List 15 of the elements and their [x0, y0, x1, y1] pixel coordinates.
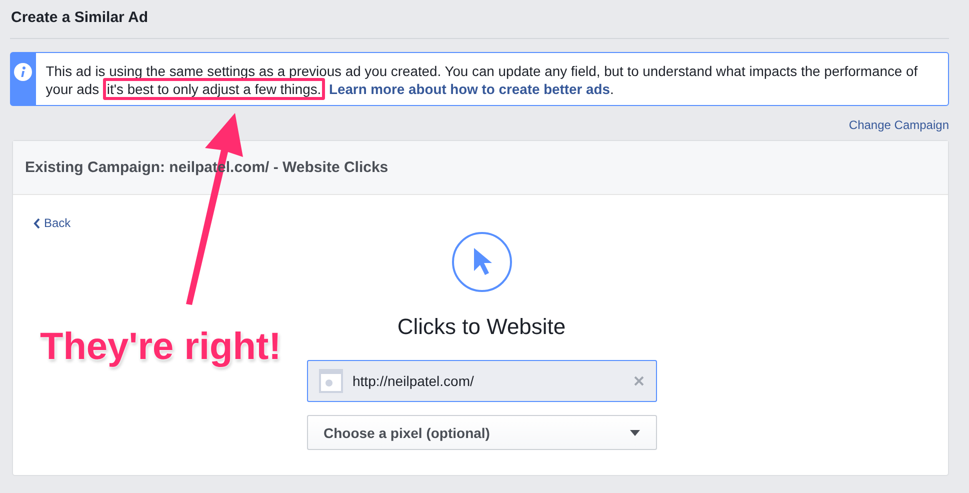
objective-title: Clicks to Website: [397, 314, 566, 340]
learn-more-link[interactable]: Learn more about how to create better ads: [329, 81, 610, 97]
back-link[interactable]: Back: [33, 216, 71, 230]
url-field[interactable]: http://neilpatel.com/: [306, 360, 656, 402]
annotation-caption: They're right!: [40, 326, 282, 369]
change-campaign-link[interactable]: Change Campaign: [848, 118, 949, 132]
pixel-dropdown[interactable]: Choose a pixel (optional): [306, 415, 656, 450]
info-icon: [14, 63, 32, 81]
chevron-left-icon: [33, 218, 40, 228]
image-icon: [318, 369, 342, 393]
notice-text: This ad is using the same settings as a previous ad you created. You can update any field, but to understand what impacts the performance of your ads it's best to only adjust a few things. Learn more about how to create better ads.: [36, 53, 948, 105]
caret-icon: [630, 430, 640, 436]
page-title: Create a Similar Ad: [10, 8, 149, 28]
clear-icon[interactable]: [634, 376, 644, 386]
cursor-icon: [450, 231, 512, 293]
